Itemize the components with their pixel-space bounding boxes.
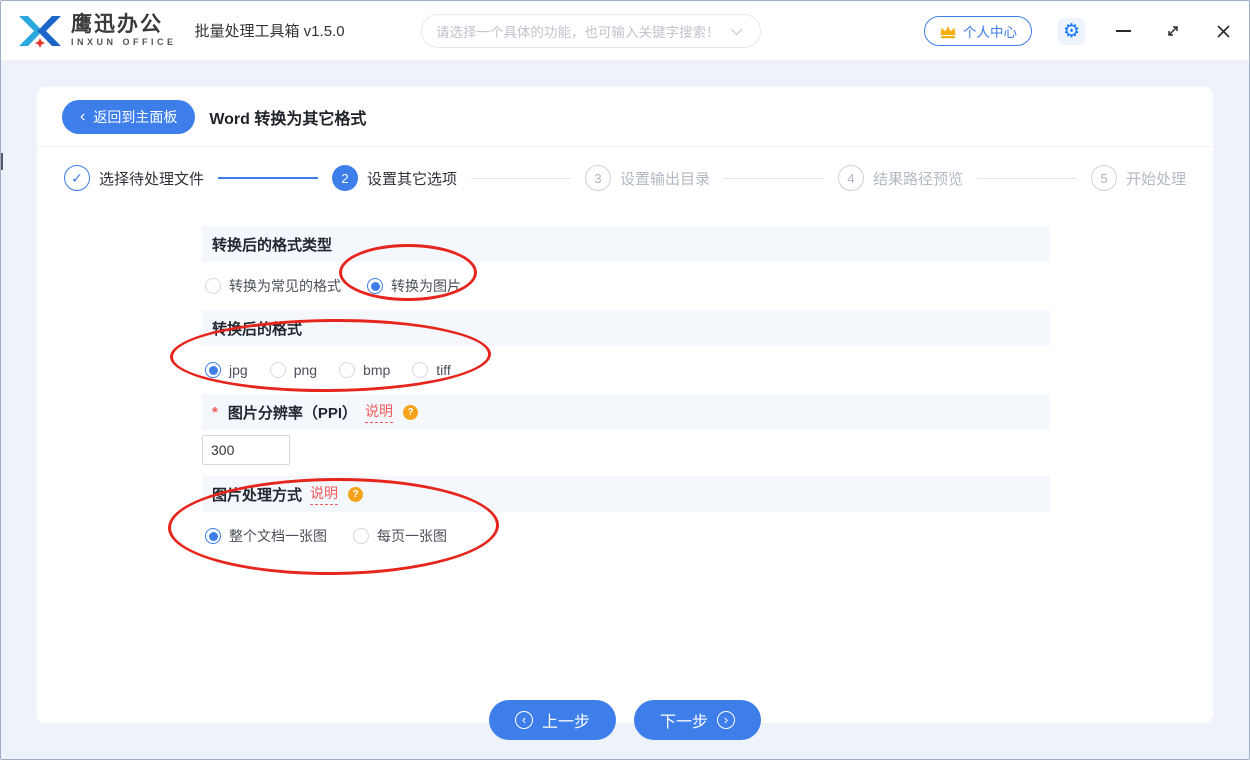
crown-icon [939,24,957,39]
required-asterisk: * [212,404,218,421]
close-button[interactable] [1211,19,1235,43]
section-format-type-header: 转换后的格式类型 [202,226,1050,262]
question-mark-icon[interactable]: ? [348,487,363,502]
wizard-nav: ‹ 上一步 下一步 › [37,700,1213,740]
section-title: 转换后的格式 [212,318,302,339]
radio-circle-icon [367,278,383,294]
radio-convert-to-image[interactable]: 转换为图片 [367,276,461,296]
image-format-options: jpg png bmp tiff [202,346,1050,394]
content-card: ‹ 返回到主面板 Word 转换为其它格式 ✓ 选择待处理文件 2 设置其它选项 [36,86,1214,724]
chevron-left-icon: ‹ [80,109,85,125]
brand-name-en: INXUN OFFICE [71,38,177,47]
radio-label: tiff [436,362,451,378]
step-5-start-process[interactable]: 5 开始处理 [1091,165,1186,191]
radio-label: jpg [229,362,248,378]
step-2-set-options[interactable]: 2 设置其它选项 [332,165,457,191]
step-3-number: 3 [585,165,611,191]
step-connector [218,177,318,179]
chevron-down-icon [730,24,741,35]
radio-circle-icon [412,362,428,378]
step-2-label: 设置其它选项 [367,168,457,189]
minimize-icon [1116,30,1131,32]
card-header: ‹ 返回到主面板 Word 转换为其它格式 [37,87,1213,147]
close-icon [1216,24,1231,39]
radio-label: 每页一张图 [377,526,447,546]
radio-png[interactable]: png [270,362,317,378]
ppi-input[interactable] [202,435,290,465]
circle-arrow-left-icon: ‹ [515,711,533,729]
app-title: 批量处理工具箱 v1.5.0 [195,20,345,41]
step-connector [724,178,824,179]
step-3-output-dir[interactable]: 3 设置输出目录 [585,165,710,191]
image-mode-help-link[interactable]: 说明 [310,483,338,505]
radio-jpg[interactable]: jpg [205,362,248,378]
brand-logo: 鹰迅办公 INXUN OFFICE [17,11,177,51]
radio-tiff[interactable]: tiff [412,362,451,378]
maximize-button[interactable] [1161,19,1185,43]
function-search-select[interactable]: 请选择一个具体的功能，也可输入关键字搜索！ [421,14,761,48]
radio-bmp[interactable]: bmp [339,362,390,378]
search-placeholder: 请选择一个具体的功能，也可输入关键字搜索！ [436,21,720,41]
step-4-number: 4 [838,165,864,191]
radio-circle-icon [270,362,286,378]
step-1-select-files[interactable]: ✓ 选择待处理文件 [64,165,204,191]
prev-step-button[interactable]: ‹ 上一步 [489,700,616,740]
next-step-label: 下一步 [660,708,708,732]
radio-common-format[interactable]: 转换为常见的格式 [205,276,341,296]
section-image-mode-header: 图片处理方式 说明 ? [202,476,1050,512]
minimize-button[interactable] [1111,19,1135,43]
radio-label: bmp [363,362,390,378]
step-connector [977,178,1077,179]
step-4-result-preview[interactable]: 4 结果路径预览 [838,165,963,191]
radio-whole-doc-one-image[interactable]: 整个文档一张图 [205,526,327,546]
title-bar: 鹰迅办公 INXUN OFFICE 批量处理工具箱 v1.5.0 请选择一个具体… [1,1,1249,61]
page-title: Word 转换为其它格式 [209,105,366,129]
radio-circle-icon [205,528,221,544]
format-type-options: 转换为常见的格式 转换为图片 [202,262,1050,310]
settings-gear-icon[interactable]: ⚙ [1058,18,1085,45]
step-connector [471,178,571,179]
section-title: 图片分辨率（PPI） [228,402,357,423]
wizard-steps: ✓ 选择待处理文件 2 设置其它选项 3 设置输出目录 4 结果路径预览 [37,147,1213,209]
radio-one-image-per-page[interactable]: 每页一张图 [353,526,447,546]
step-5-number: 5 [1091,165,1117,191]
user-center-label: 个人中心 [963,21,1017,41]
circle-arrow-right-icon: › [717,711,735,729]
radio-label: png [294,362,317,378]
section-title: 图片处理方式 [212,484,302,505]
radio-label: 整个文档一张图 [229,526,327,546]
section-title: 转换后的格式类型 [212,234,332,255]
step-5-label: 开始处理 [1126,168,1186,189]
prev-step-label: 上一步 [542,708,590,732]
step-1-check-icon: ✓ [64,165,90,191]
options-form: 转换后的格式类型 转换为常见的格式 转换为图片 转换后的格式 [202,226,1050,560]
back-button-label: 返回到主面板 [93,107,177,127]
ppi-help-link[interactable]: 说明 [365,401,393,423]
radio-circle-icon [339,362,355,378]
question-mark-icon[interactable]: ? [403,405,418,420]
app-window: 鹰迅办公 INXUN OFFICE 批量处理工具箱 v1.5.0 请选择一个具体… [0,0,1250,760]
user-center-button[interactable]: 个人中心 [924,16,1032,46]
brand-name-cn: 鹰迅办公 [71,14,177,35]
radio-circle-icon [205,278,221,294]
step-1-label: 选择待处理文件 [99,168,204,189]
image-mode-options: 整个文档一张图 每页一张图 [202,512,1050,560]
radio-circle-icon [205,362,221,378]
logo-x-icon [17,11,63,51]
radio-label: 转换为常见的格式 [229,276,341,296]
step-4-label: 结果路径预览 [873,168,963,189]
section-image-format-header: 转换后的格式 [202,310,1050,346]
back-to-dashboard-button[interactable]: ‹ 返回到主面板 [62,100,195,134]
screen-edge-artifact [1,153,3,170]
step-3-label: 设置输出目录 [620,168,710,189]
ppi-input-row [202,430,1050,476]
next-step-button[interactable]: 下一步 › [634,700,761,740]
radio-label: 转换为图片 [391,276,461,296]
main-area: ‹ 返回到主面板 Word 转换为其它格式 ✓ 选择待处理文件 2 设置其它选项 [1,61,1249,759]
step-2-number: 2 [332,165,358,191]
section-ppi-header: * 图片分辨率（PPI） 说明 ? [202,394,1050,430]
resize-diagonal-icon [1165,23,1181,39]
radio-circle-icon [353,528,369,544]
